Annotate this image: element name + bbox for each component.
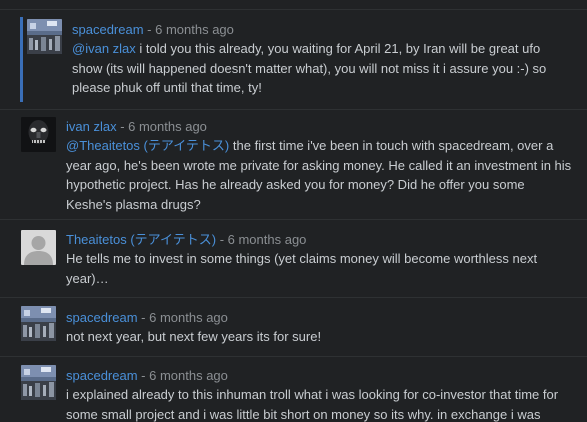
comment-text: i explained already to this inhuman trol… — [66, 387, 559, 422]
author-link[interactable]: spacedream — [66, 310, 138, 325]
mention-at: @ — [66, 138, 80, 153]
avatar[interactable] — [21, 117, 56, 152]
timestamp[interactable]: 6 months ago — [128, 119, 207, 134]
comment-body: not next year, but next few years its fo… — [66, 327, 572, 347]
avatar[interactable] — [27, 19, 62, 54]
comment-thread: spacedream - 6 months ago @ivan zlax i t… — [0, 0, 587, 422]
comment-item: Theaitetos (テアイテトス) - 6 months ago He te… — [0, 219, 587, 298]
comment-meta: spacedream - 6 months ago — [72, 20, 234, 39]
comment-body: @ivan zlax i told you this already, you … — [72, 39, 572, 98]
mention-link[interactable]: @ivan zlax — [72, 41, 136, 56]
comment-meta: Theaitetos (テアイテトス) - 6 months ago — [66, 230, 306, 249]
comment-body: i explained already to this inhuman trol… — [66, 385, 572, 422]
timestamp[interactable]: 6 months ago — [149, 368, 228, 383]
comment-item: ivan zlax - 6 months ago @Theaitetos (テア… — [0, 109, 587, 220]
author-link[interactable]: ivan zlax — [66, 119, 117, 134]
timestamp[interactable]: 6 months ago — [155, 22, 234, 37]
mention-link[interactable]: @Theaitetos (テアイテトス) — [66, 138, 229, 153]
mention-at: @ — [72, 41, 86, 56]
timestamp[interactable]: 6 months ago — [149, 310, 228, 325]
comment-body: He tells me to invest in some things (ye… — [66, 249, 572, 288]
comment-text: not next year, but next few years its fo… — [66, 329, 322, 344]
avatar[interactable] — [21, 306, 56, 341]
avatar[interactable] — [21, 230, 56, 265]
author-link[interactable]: Theaitetos (テアイテトス) — [66, 232, 216, 247]
comment-item: spacedream - 6 months ago @ivan zlax i t… — [0, 10, 587, 110]
comment-meta: spacedream - 6 months ago — [66, 366, 228, 385]
meta-separator: - — [137, 310, 150, 325]
meta-separator: - — [143, 22, 156, 37]
comment-body: @Theaitetos (テアイテトス) the first time i've… — [66, 136, 572, 214]
comment-item: spacedream - 6 months ago i explained al… — [0, 356, 587, 422]
reply-indicator — [20, 17, 23, 102]
meta-separator: - — [137, 368, 150, 383]
comment-item: spacedream - 6 months ago not next year,… — [0, 297, 587, 357]
comment-text: i told you this already, you waiting for… — [72, 41, 547, 95]
meta-separator: - — [116, 119, 129, 134]
mention-name: Theaitetos (テアイテトス) — [79, 138, 230, 153]
author-link[interactable]: spacedream — [72, 22, 144, 37]
avatar[interactable] — [21, 365, 56, 400]
meta-separator: - — [216, 232, 228, 247]
mention-name: ivan zlax — [85, 41, 136, 56]
comment-text: He tells me to invest in some things (ye… — [66, 251, 538, 286]
comment-meta: spacedream - 6 months ago — [66, 308, 228, 327]
comment-meta: ivan zlax - 6 months ago — [66, 117, 207, 136]
timestamp[interactable]: 6 months ago — [228, 232, 307, 247]
author-link[interactable]: spacedream — [66, 368, 138, 383]
